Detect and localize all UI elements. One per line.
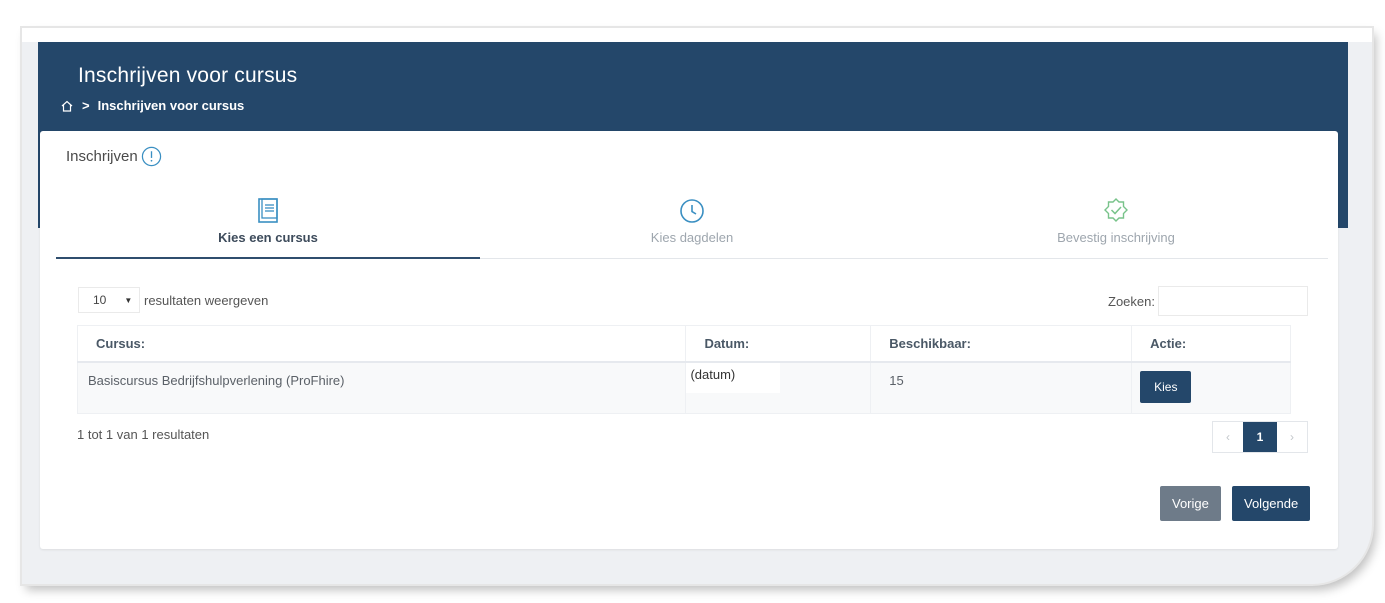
search-input[interactable] <box>1158 286 1308 316</box>
caret-down-icon: ▼ <box>124 295 133 305</box>
app-frame: Inschrijven voor cursus > Inschrijven vo… <box>22 28 1372 584</box>
card-title-text: Inschrijven <box>66 148 138 165</box>
wizard-steps: Kies een cursus Kies dagdelen Bevestig i… <box>56 197 1328 259</box>
pagination: ‹ 1 › <box>1212 421 1308 453</box>
step-kies-cursus[interactable]: Kies een cursus <box>56 197 480 259</box>
search-label: Zoeken: <box>1108 293 1155 309</box>
step-bevestig-inschrijving[interactable]: Bevestig inschrijving <box>904 197 1328 259</box>
enrollment-card: Inschrijven Kies een cursus Kies dagdele… <box>40 131 1338 549</box>
table-header-row: Cursus: Datum: Beschikbaar: Actie: <box>76 325 1291 363</box>
cell-datum: (datum) <box>685 361 872 414</box>
pagination-prev[interactable]: ‹ <box>1213 422 1243 452</box>
page-length-value: 10 <box>93 293 107 307</box>
date-placeholder: (datum) <box>686 362 781 393</box>
column-header-cursus[interactable]: Cursus: <box>76 325 687 363</box>
breadcrumb-current: Inschrijven voor cursus <box>97 98 245 113</box>
step-kies-dagdelen[interactable]: Kies dagdelen <box>480 197 904 259</box>
info-icon[interactable] <box>141 146 162 167</box>
page-title: Inschrijven voor cursus <box>78 64 298 87</box>
step-label: Kies een cursus <box>218 230 318 245</box>
book-icon <box>258 198 278 223</box>
table-info: 1 tot 1 van 1 resultaten <box>77 427 210 442</box>
card-title: Inschrijven <box>66 146 162 167</box>
cell-beschikbaar: 15 <box>870 361 1133 414</box>
courses-table: Cursus: Datum: Beschikbaar: Actie: Basis… <box>76 325 1291 414</box>
breadcrumb-separator: > <box>82 98 90 113</box>
breadcrumb: > Inschrijven voor cursus <box>60 98 244 113</box>
table-row: Basiscursus Bedrijfshulpverlening (ProFh… <box>76 361 1291 414</box>
step-label: Bevestig inschrijving <box>1057 230 1175 245</box>
home-icon[interactable] <box>60 99 74 113</box>
pagination-page-current[interactable]: 1 <box>1243 422 1277 452</box>
cell-cursus: Basiscursus Bedrijfshulpverlening (ProFh… <box>76 361 687 414</box>
check-badge-icon <box>1104 198 1128 222</box>
cell-actie: Kies <box>1131 361 1291 414</box>
pagination-next[interactable]: › <box>1277 422 1307 452</box>
column-header-actie[interactable]: Actie: <box>1131 325 1291 363</box>
step-label: Kies dagdelen <box>650 230 734 245</box>
page-length-control: 10 ▼ resultaten weergeven <box>78 287 268 313</box>
column-header-datum[interactable]: Datum: <box>685 325 872 363</box>
page-length-select[interactable]: 10 ▼ <box>78 287 140 313</box>
table-search: Zoeken: <box>1108 286 1308 316</box>
column-header-beschikbaar[interactable]: Beschikbaar: <box>870 325 1133 363</box>
volgende-button[interactable]: Volgende <box>1232 486 1311 521</box>
clock-icon <box>680 199 704 223</box>
kies-button[interactable]: Kies <box>1140 370 1192 403</box>
page-length-label: resultaten weergeven <box>144 292 269 308</box>
top-strip <box>22 28 1372 42</box>
vorige-button[interactable]: Vorige <box>1160 486 1221 521</box>
